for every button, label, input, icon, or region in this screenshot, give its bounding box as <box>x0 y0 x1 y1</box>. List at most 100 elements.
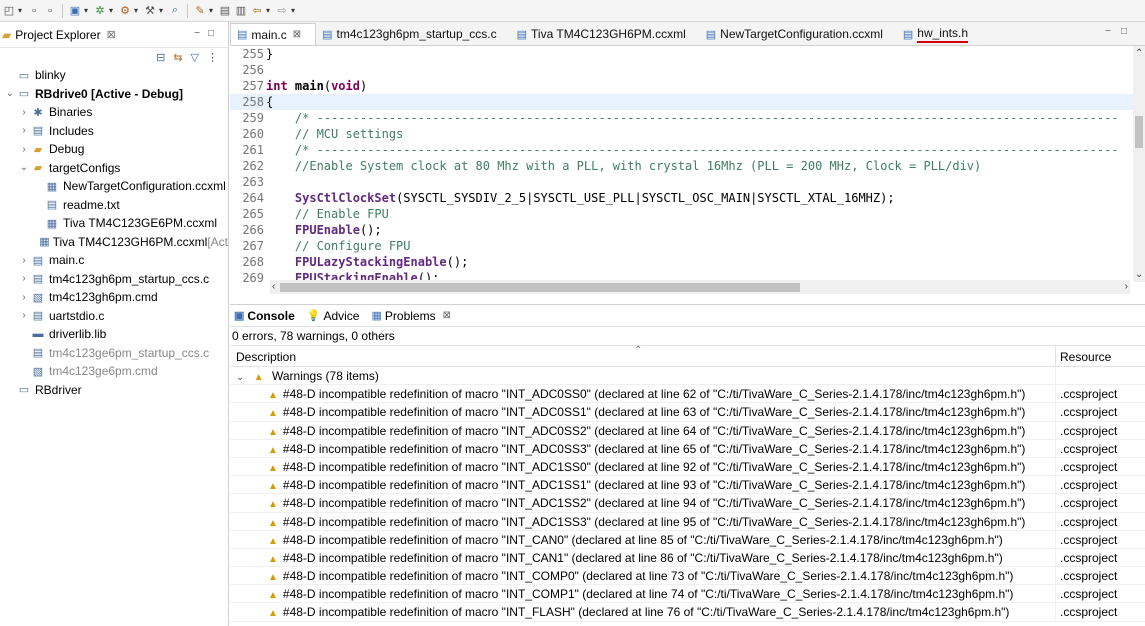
close-icon[interactable]: ⊠ <box>293 29 301 40</box>
problem-row[interactable]: ▲ #48-D incompatible redefinition of macr… <box>230 585 1145 604</box>
code-line[interactable]: 264 SysCtlClockSet(SYSCTL_SYSDIV_2_5|SYS… <box>230 190 1133 206</box>
problem-row[interactable]: ▲ #48-D incompatible redefinition of macr… <box>230 403 1145 422</box>
debug-icon[interactable]: ✲ <box>93 4 107 18</box>
project-explorer-title[interactable]: Project Explorer <box>15 28 100 42</box>
tree-item[interactable]: ▧ tm4c123ge6pm.cmd <box>0 362 228 381</box>
search-icon[interactable]: ⌕ <box>168 4 182 18</box>
back-icon[interactable]: ⇦ <box>250 4 264 18</box>
tree-item[interactable]: › ▤ uartstdio.c <box>0 307 228 326</box>
code-line[interactable]: 260 // MCU settings <box>230 126 1133 142</box>
problem-row[interactable]: ▲ #48-D incompatible redefinition of macr… <box>230 548 1145 568</box>
problem-row[interactable]: ▲ #48-D incompatible redefinition of macr… <box>230 494 1145 513</box>
scroll-left-icon[interactable]: ‹ <box>272 281 275 292</box>
save-all-icon[interactable]: ▫ <box>43 4 57 18</box>
chevron-icon[interactable]: › <box>18 310 30 321</box>
tree-item[interactable]: › ✱ Binaries <box>0 103 228 122</box>
column-resource[interactable]: Resource <box>1056 346 1111 366</box>
tree-item[interactable]: ▭ blinky <box>0 66 228 85</box>
tree-item[interactable]: ▦ NewTargetConfiguration.ccxml <box>0 177 228 196</box>
chevron-icon[interactable]: › <box>18 144 30 155</box>
code-line[interactable]: 265 // Enable FPU <box>230 206 1133 222</box>
problem-row[interactable]: ▲ #48-D incompatible redefinition of macr… <box>230 385 1145 404</box>
tree-item[interactable]: ▭ RBdriver <box>0 381 228 400</box>
bottom-tab[interactable]: ▦ Problems ⊠ <box>371 309 450 323</box>
scrollbar-thumb[interactable] <box>1135 116 1143 148</box>
scroll-right-icon[interactable]: › <box>1125 281 1128 292</box>
window-controls[interactable]: −□ <box>1105 26 1137 37</box>
forward-icon[interactable]: ⇨ <box>275 4 289 18</box>
dropdown-icon[interactable]: ▾ <box>84 6 91 15</box>
save-icon[interactable]: ▫ <box>27 4 41 18</box>
toggle-icon[interactable]: ▤ <box>218 4 232 18</box>
code-line[interactable]: 263 <box>230 174 1133 190</box>
editor-tab[interactable]: ▤ main.c ⊠ <box>230 23 317 45</box>
scroll-up-icon[interactable]: ⌃ <box>1135 48 1143 59</box>
problem-row[interactable]: ▲ #48-D incompatible redefinition of macr… <box>230 603 1145 622</box>
code-line[interactable]: 255} <box>230 46 1133 62</box>
dropdown-icon[interactable]: ▾ <box>291 6 298 15</box>
problem-row[interactable]: ▲ #48-D incompatible redefinition of macr… <box>230 421 1145 440</box>
tree-item[interactable]: ⌄ ▭ RBdrive0 [Active - Debug] <box>0 85 228 104</box>
problem-row[interactable]: ▲ #48-D incompatible redefinition of macr… <box>230 439 1145 458</box>
warnings-group-row[interactable]: ⌄ ▲ Warnings (78 items) <box>230 367 1145 386</box>
collapse-all-icon[interactable]: ⊟ <box>156 51 165 64</box>
code-line[interactable]: 256 <box>230 62 1133 78</box>
dropdown-icon[interactable]: ▾ <box>266 6 273 15</box>
filter-icon[interactable]: ▽ <box>191 51 199 64</box>
link-editor-icon[interactable]: ⇆ <box>173 51 182 64</box>
code-line[interactable]: 262 //Enable System clock at 80 Mhz with… <box>230 158 1133 174</box>
tree-item[interactable]: › ▰ Debug <box>0 140 228 159</box>
code-line[interactable]: 267 // Configure FPU <box>230 238 1133 254</box>
problem-row[interactable]: ▲ #48-D incompatible redefinition of macr… <box>230 530 1145 549</box>
tree-item[interactable]: ▦ Tiva TM4C123GH6PM.ccxml [Act <box>0 233 228 252</box>
chevron-icon[interactable]: › <box>18 125 30 136</box>
chevron-icon[interactable]: › <box>18 292 30 303</box>
dropdown-icon[interactable]: ▾ <box>18 6 25 15</box>
toggle-icon[interactable]: ▥ <box>234 4 248 18</box>
pen-icon[interactable]: ✎ <box>193 4 207 18</box>
code-line[interactable]: 259 /* ---------------------------------… <box>230 110 1133 126</box>
vertical-scrollbar[interactable]: ⌃ ⌄ <box>1133 46 1145 282</box>
code-line[interactable]: 258{ <box>230 94 1133 110</box>
chevron-icon[interactable]: › <box>18 107 30 118</box>
code-line[interactable]: 268 FPULazyStackingEnable(); <box>230 254 1133 270</box>
chevron-icon[interactable]: ⌄ <box>18 162 30 173</box>
scrollbar-thumb[interactable] <box>280 283 800 292</box>
editor-tab[interactable]: ▤ NewTargetConfiguration.ccxml <box>700 23 897 45</box>
tree-item[interactable]: › ▧ tm4c123gh6pm.cmd <box>0 288 228 307</box>
view-menu-icon[interactable]: ⋮ <box>207 51 218 64</box>
code-line[interactable]: 257 int main(void) <box>230 78 1133 94</box>
bottom-tab[interactable]: ▣ Console <box>234 309 295 323</box>
editor-tab[interactable]: ▤ tm4c123gh6pm_startup_ccs.c <box>316 23 511 45</box>
problem-row[interactable]: ▲ #48-D incompatible redefinition of macr… <box>230 457 1145 477</box>
code-line[interactable]: 266 FPUEnable(); <box>230 222 1133 238</box>
problem-row[interactable]: ▲ #48-D incompatible redefinition of macr… <box>230 512 1145 531</box>
window-controls[interactable]: −□ <box>194 28 222 39</box>
editor-tab[interactable]: ▤ hw_ints.h <box>897 23 982 45</box>
horizontal-scrollbar[interactable]: ‹ › <box>270 280 1130 294</box>
tree-item[interactable]: ▬ driverlib.lib <box>0 325 228 344</box>
tree-item[interactable]: ▦ Tiva TM4C123GE6PM.ccxml <box>0 214 228 233</box>
problem-row[interactable]: ▲ #48-D incompatible redefinition of macr… <box>230 476 1145 495</box>
tree-item[interactable]: ▤ tm4c123ge6pm_startup_ccs.c <box>0 344 228 363</box>
tree-item[interactable]: › ▤ tm4c123gh6pm_startup_ccs.c <box>0 270 228 289</box>
tree-item[interactable]: ⌄ ▰ targetConfigs <box>0 159 228 178</box>
tree-item[interactable]: ▤ readme.txt <box>0 196 228 215</box>
chevron-icon[interactable]: ⌄ <box>4 88 16 99</box>
close-icon[interactable]: ⊠ <box>107 28 116 41</box>
chevron-icon[interactable]: › <box>18 255 30 266</box>
editor-tab[interactable]: ▤ Tiva TM4C123GH6PM.ccxml <box>511 23 700 45</box>
new-icon[interactable]: ◰ <box>2 4 16 18</box>
dropdown-icon[interactable]: ▾ <box>209 6 216 15</box>
tree-item[interactable]: › ▤ main.c <box>0 251 228 270</box>
tools-icon[interactable]: ⚒ <box>143 4 157 18</box>
close-icon[interactable]: ⊠ <box>443 310 451 321</box>
dropdown-icon[interactable]: ▾ <box>159 6 166 15</box>
build-icon[interactable]: ▣ <box>68 4 82 18</box>
scroll-down-icon[interactable]: ⌄ <box>1135 269 1143 280</box>
dropdown-icon[interactable]: ▾ <box>109 6 116 15</box>
bottom-tab[interactable]: 💡 Advice <box>307 309 360 323</box>
chevron-down-icon[interactable]: ⌄ <box>236 372 244 383</box>
flash-icon[interactable]: ⚙ <box>118 4 132 18</box>
code-area[interactable]: 255} 256 257 int main(void) 258{259 /* -----… <box>230 46 1133 282</box>
